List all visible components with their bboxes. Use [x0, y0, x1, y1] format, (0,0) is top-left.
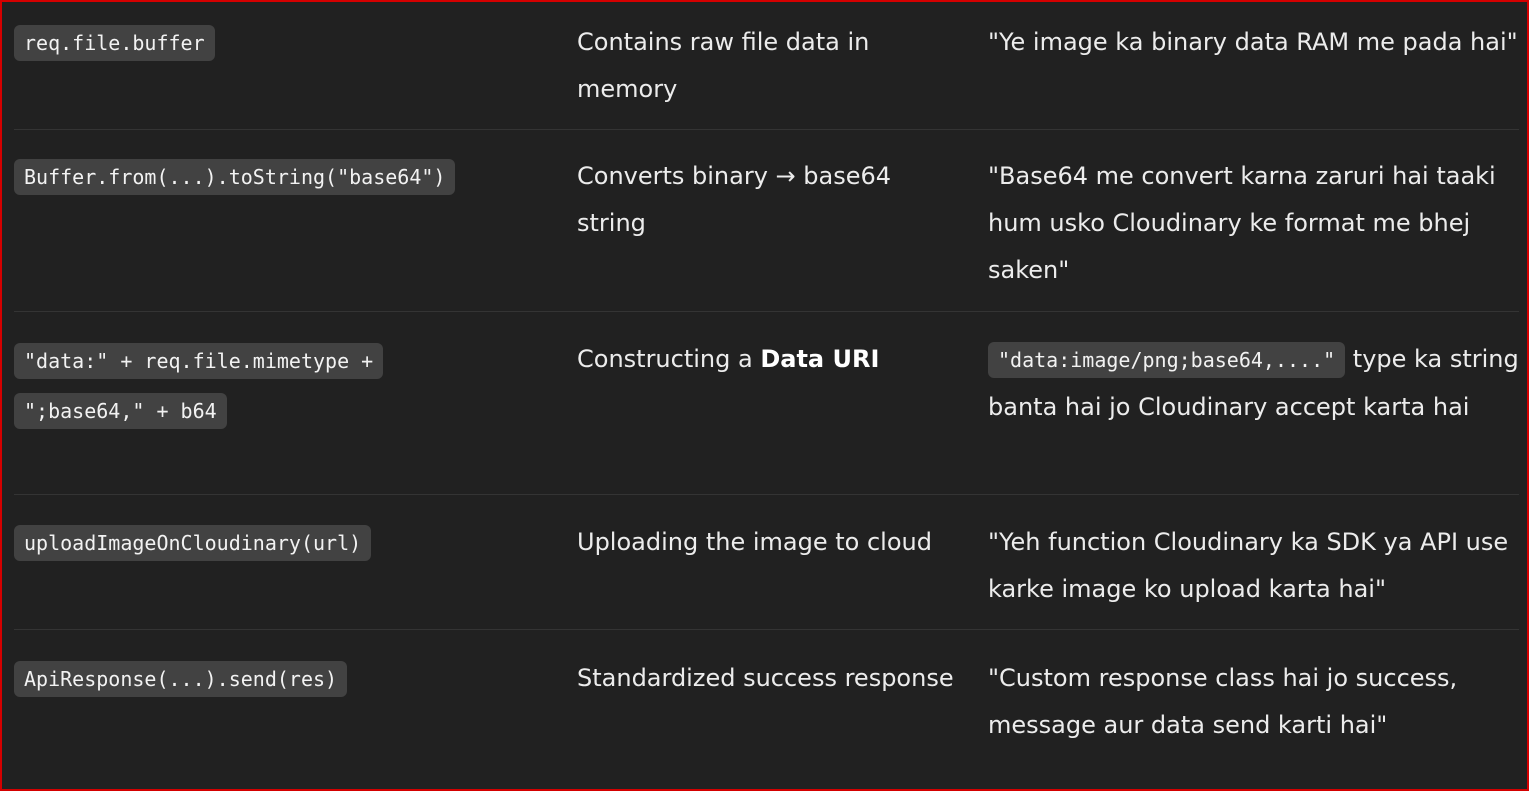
table-row: ApiResponse(...).send(res) Standardized … — [14, 655, 1519, 765]
note-cell: "data:image/png;base64,...." type ka str… — [988, 336, 1519, 431]
inline-code: ApiResponse(...).send(res) — [14, 661, 348, 697]
description-cell: Uploading the image to cloud — [577, 528, 932, 556]
note-cell: "Base64 me convert karna zaruri hai taak… — [988, 162, 1496, 284]
inline-code: Buffer.from(...).toString("base64") — [14, 159, 456, 195]
inline-code: "data:" + req.file.mimetype + ";base64,"… — [14, 343, 384, 429]
description-cell: Standardized success response — [577, 664, 954, 692]
description-cell: Constructing a Data URI — [577, 336, 957, 383]
inline-code: req.file.buffer — [14, 25, 215, 61]
inline-code: uploadImageOnCloudinary(url) — [14, 525, 372, 561]
note-cell: "Custom response class hai jo success, m… — [988, 664, 1458, 739]
code-cell: uploadImageOnCloudinary(url) — [14, 519, 554, 567]
description-cell: Converts binary → base64 string — [577, 162, 892, 237]
note-cell: "Yeh function Cloudinary ka SDK ya API u… — [988, 528, 1509, 603]
code-cell: Buffer.from(...).toString("base64") — [14, 153, 554, 201]
table-row: uploadImageOnCloudinary(url) Uploading t… — [14, 519, 1519, 630]
table-container: req.file.buffer Contains raw file data i… — [0, 0, 1529, 791]
description-text: Constructing a — [577, 345, 761, 373]
description-bold: Data URI — [760, 345, 880, 373]
code-cell: ApiResponse(...).send(res) — [14, 655, 554, 703]
table-row: "data:" + req.file.mimetype + ";base64,"… — [14, 336, 1519, 495]
code-cell: req.file.buffer — [14, 19, 554, 67]
description-cell: Contains raw file data in memory — [577, 28, 870, 103]
code-cell: "data:" + req.file.mimetype + ";base64,"… — [14, 336, 554, 436]
table-row: req.file.buffer Contains raw file data i… — [14, 19, 1519, 130]
table-row: Buffer.from(...).toString("base64") Conv… — [14, 153, 1519, 312]
note-cell: "Ye image ka binary data RAM me pada hai… — [988, 28, 1518, 56]
inline-code: "data:image/png;base64,...." — [988, 342, 1346, 378]
